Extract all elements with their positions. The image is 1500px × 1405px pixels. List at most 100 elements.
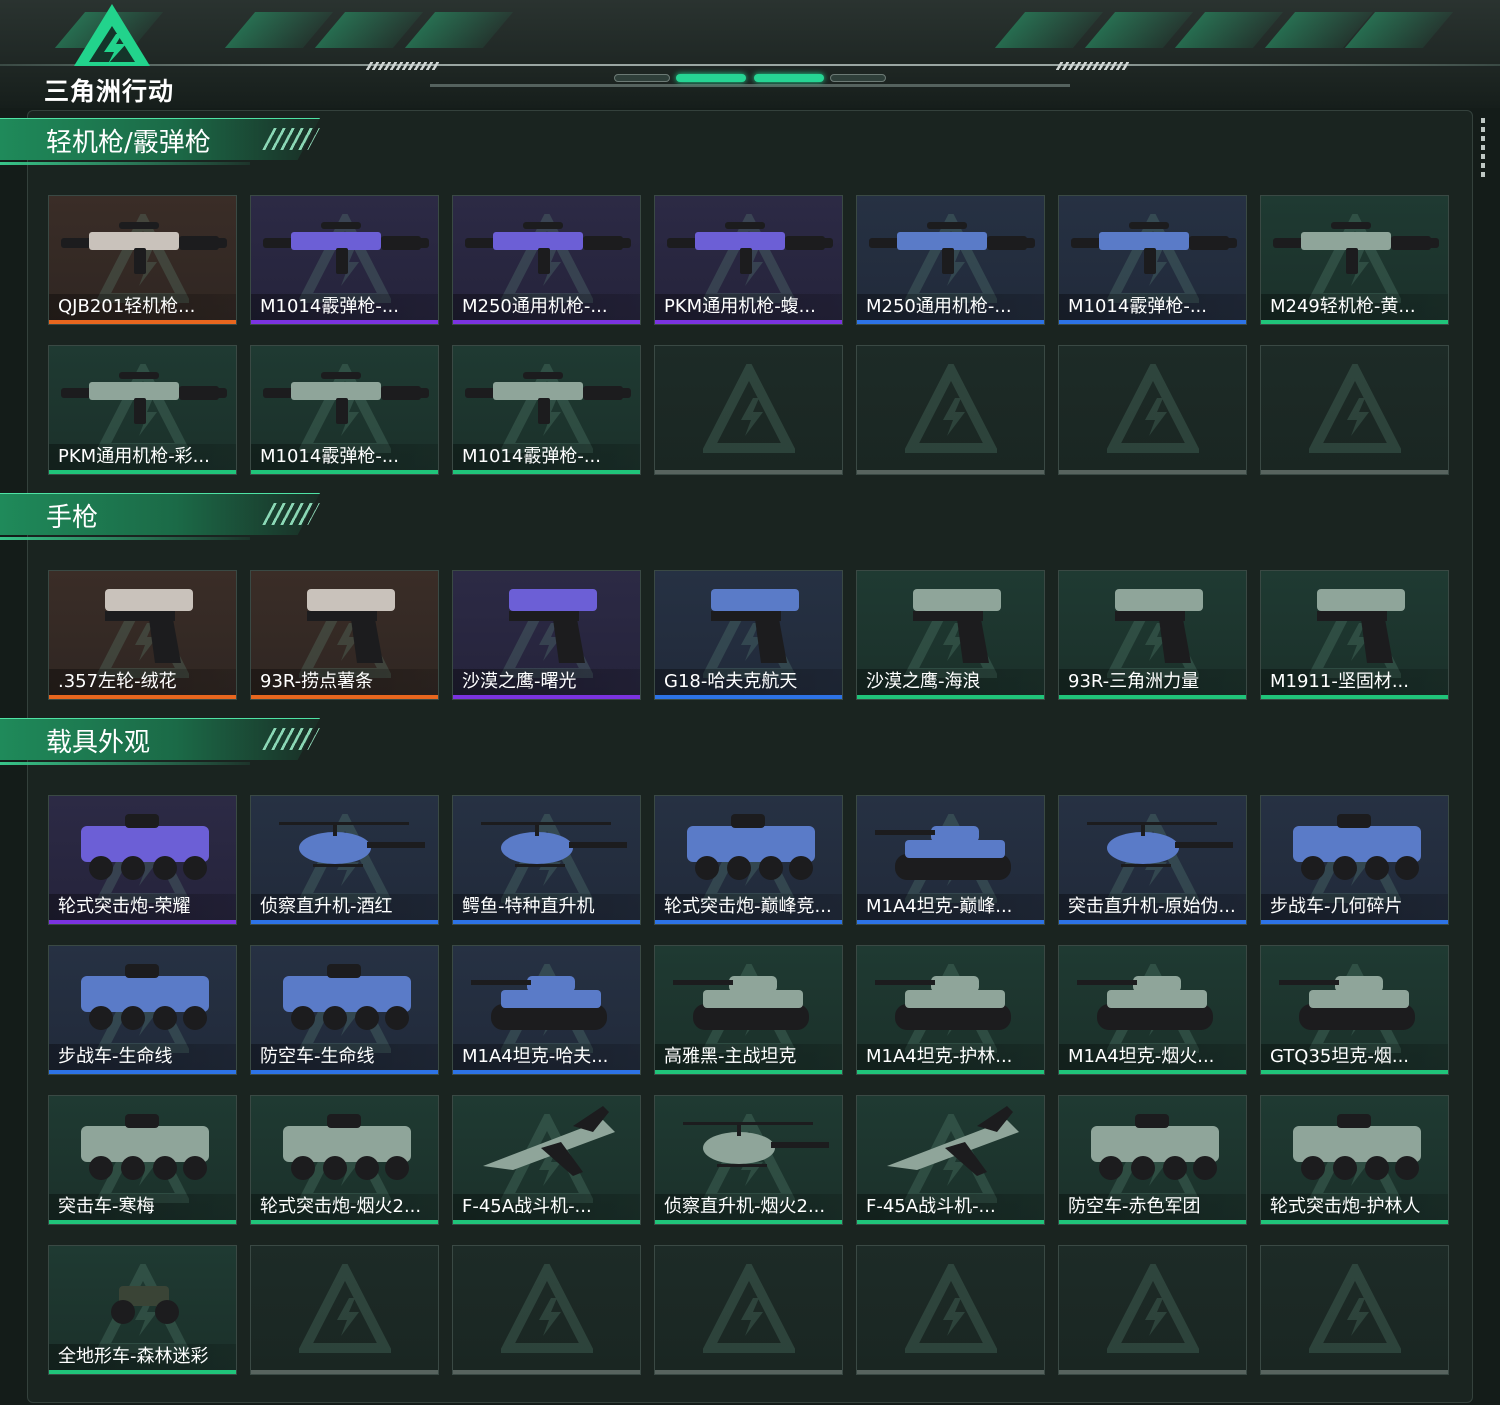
rifle-icon	[61, 222, 227, 274]
tank-icon	[875, 976, 1011, 1030]
rarity-bar	[655, 320, 842, 324]
item-label: M1014霰弹枪-...	[251, 294, 438, 320]
rarity-bar	[453, 470, 640, 474]
item-card[interactable]: M1014霰弹枪-...	[250, 195, 439, 325]
delta-watermark-icon	[904, 364, 997, 453]
item-card[interactable]: 侦察直升机-烟火2...	[654, 1095, 843, 1225]
item-card[interactable]: M1A4坦克-巅峰...	[856, 795, 1045, 925]
tank-icon	[1077, 976, 1213, 1030]
empty-slot	[856, 345, 1045, 475]
header-stripe	[224, 12, 334, 48]
section-header-slashes	[262, 728, 320, 750]
rarity-bar	[453, 320, 640, 324]
heli-icon	[683, 1122, 829, 1167]
item-card[interactable]: F-45A战斗机-...	[452, 1095, 641, 1225]
item-label: 轮式突击炮-烟火2...	[251, 1194, 438, 1220]
item-card[interactable]: 高雅黑-主战坦克	[654, 945, 843, 1075]
item-card[interactable]: M1014霰弹枪-...	[452, 345, 641, 475]
item-card[interactable]: G18-哈夫克航天	[654, 570, 843, 700]
rarity-bar	[49, 695, 236, 699]
item-label: F-45A战斗机-...	[453, 1194, 640, 1220]
item-card[interactable]: F-45A战斗机-...	[856, 1095, 1045, 1225]
header-indicator-active	[754, 74, 824, 82]
item-card[interactable]: 93R-捞点薯条	[250, 570, 439, 700]
rifle-icon	[465, 222, 631, 274]
rarity-bar	[655, 470, 842, 474]
item-card[interactable]: 93R-三角洲力量	[1058, 570, 1247, 700]
rarity-bar	[1261, 695, 1448, 699]
section-header-slashes	[262, 503, 320, 525]
item-card[interactable]: 步战车-生命线	[48, 945, 237, 1075]
delta-watermark-icon	[298, 1264, 391, 1353]
section-title: 载具外观	[46, 728, 151, 758]
item-label: 鳄鱼-特种直升机	[453, 894, 640, 920]
item-card[interactable]: M249轻机枪-黄...	[1260, 195, 1449, 325]
item-card[interactable]: M1A4坦克-烟火...	[1058, 945, 1247, 1075]
header-rail-lower	[430, 84, 1070, 87]
item-card[interactable]: M1014霰弹枪-...	[250, 345, 439, 475]
scrollbar[interactable]	[1481, 118, 1485, 180]
item-label: M1A4坦克-巅峰...	[857, 894, 1044, 920]
tank-icon	[471, 976, 607, 1030]
item-card[interactable]: 突击车-寒梅	[48, 1095, 237, 1225]
item-card[interactable]: 防空车-赤色军团	[1058, 1095, 1247, 1225]
item-card[interactable]: 防空车-生命线	[250, 945, 439, 1075]
item-card[interactable]: GTQ35坦克-烟...	[1260, 945, 1449, 1075]
item-label: PKM通用机枪-蝮...	[655, 294, 842, 320]
rarity-bar	[1261, 320, 1448, 324]
jet-icon	[887, 1106, 1019, 1176]
item-card[interactable]: M1911-坚固材...	[1260, 570, 1449, 700]
rarity-bar	[49, 470, 236, 474]
item-card[interactable]: 全地形车-森林迷彩	[48, 1245, 237, 1375]
item-card[interactable]: PKM通用机枪-蝮...	[654, 195, 843, 325]
item-label: 突击车-寒梅	[49, 1194, 236, 1220]
item-label: 步战车-生命线	[49, 1044, 236, 1070]
item-card[interactable]: 沙漠之鹰-曙光	[452, 570, 641, 700]
rarity-bar	[49, 1220, 236, 1224]
item-card[interactable]: 轮式突击炮-荣耀	[48, 795, 237, 925]
header-indicator-active	[676, 74, 746, 82]
item-card[interactable]: M250通用机枪-...	[452, 195, 641, 325]
rarity-bar	[857, 1070, 1044, 1074]
item-card[interactable]: M1A4坦克-哈夫...	[452, 945, 641, 1075]
item-card[interactable]: 轮式突击炮-巅峰竞...	[654, 795, 843, 925]
rarity-bar	[1261, 470, 1448, 474]
rarity-bar	[251, 1220, 438, 1224]
section-title: 轻机枪/霰弹枪	[46, 128, 211, 158]
pistol-icon	[711, 589, 799, 663]
item-card[interactable]: 侦察直升机-酒红	[250, 795, 439, 925]
item-card[interactable]: 沙漠之鹰-海浪	[856, 570, 1045, 700]
rarity-bar	[49, 1370, 236, 1374]
item-card[interactable]: QJB201轻机枪...	[48, 195, 237, 325]
item-card[interactable]: M250通用机枪-...	[856, 195, 1045, 325]
atv-icon	[111, 1286, 179, 1324]
item-card[interactable]: 鳄鱼-特种直升机	[452, 795, 641, 925]
rarity-bar	[1059, 1070, 1246, 1074]
item-label: 步战车-几何碎片	[1261, 894, 1448, 920]
empty-slot	[250, 1245, 439, 1375]
section-header-slashes	[262, 128, 320, 150]
rarity-bar	[1261, 1220, 1448, 1224]
rarity-bar	[453, 695, 640, 699]
rarity-bar	[49, 320, 236, 324]
rarity-bar	[857, 920, 1044, 924]
section-header: 手枪	[0, 493, 330, 543]
item-label: 防空车-生命线	[251, 1044, 438, 1070]
item-card[interactable]: 轮式突击炮-烟火2...	[250, 1095, 439, 1225]
rifle-icon	[61, 372, 227, 424]
item-card[interactable]: 轮式突击炮-护林人	[1260, 1095, 1449, 1225]
item-label: M1A4坦克-烟火...	[1059, 1044, 1246, 1070]
item-card[interactable]: M1014霰弹枪-...	[1058, 195, 1247, 325]
item-card[interactable]: M1A4坦克-护林...	[856, 945, 1045, 1075]
rarity-bar	[251, 920, 438, 924]
delta-watermark-icon	[702, 1264, 795, 1353]
item-card[interactable]: 突击直升机-原始伪...	[1058, 795, 1247, 925]
item-card[interactable]: 步战车-几何碎片	[1260, 795, 1449, 925]
empty-slot	[452, 1245, 641, 1375]
rarity-bar	[1059, 695, 1246, 699]
vehicle-icon	[1293, 1114, 1421, 1180]
item-card[interactable]: .357左轮-绒花	[48, 570, 237, 700]
item-card[interactable]: PKM通用机枪-彩...	[48, 345, 237, 475]
section-header: 载具外观	[0, 718, 330, 768]
header-stripe	[1174, 12, 1284, 48]
